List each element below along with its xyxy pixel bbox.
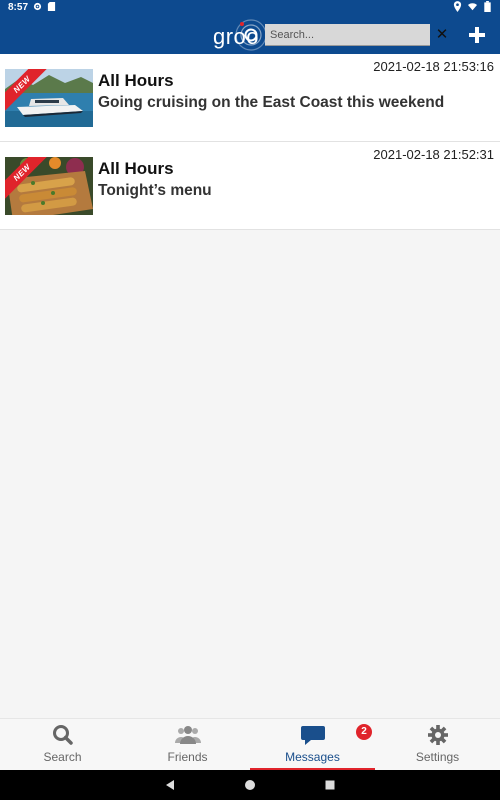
message-timestamp: 2021-02-18 21:52:31 — [373, 147, 494, 162]
message-row[interactable]: NEW All Hours Going cruising on the East… — [0, 54, 500, 142]
sd-card-icon — [47, 2, 56, 11]
nav-settings-label: Settings — [415, 750, 460, 764]
new-ribbon: NEW — [5, 69, 49, 113]
recents-icon[interactable] — [323, 778, 337, 792]
search-input[interactable] — [265, 24, 430, 45]
bottom-navigation: Search Friends 2 Messages Settings — [0, 718, 500, 771]
system-navigation-bar — [0, 770, 500, 800]
back-icon[interactable] — [163, 778, 177, 792]
status-time: 8:57 — [8, 2, 29, 13]
nav-messages[interactable]: 2 Messages — [250, 719, 375, 771]
message-timestamp: 2021-02-18 21:53:16 — [373, 59, 494, 74]
messages-icon — [300, 726, 325, 745]
friends-icon — [174, 726, 201, 744]
settings-status-icon — [33, 2, 42, 11]
home-icon[interactable] — [243, 778, 257, 792]
message-sender: All Hours — [98, 159, 174, 178]
close-icon: ✕ — [435, 26, 449, 43]
nav-friends-label: Friends — [167, 750, 208, 764]
app-logo[interactable]: groo — [213, 18, 273, 52]
message-text: Going cruising on the East Coast this we… — [98, 94, 445, 111]
message-list: NEW All Hours Going cruising on the East… — [0, 54, 500, 230]
plus-icon — [469, 27, 485, 43]
message-sender: All Hours — [98, 71, 174, 90]
nav-friends[interactable]: Friends — [125, 719, 250, 771]
app-bar: groo ✕ — [0, 16, 500, 54]
new-ribbon: NEW — [5, 157, 49, 201]
gear-icon — [427, 725, 448, 745]
nav-search[interactable]: Search — [0, 719, 125, 771]
messages-badge: 2 — [356, 724, 372, 740]
nav-settings[interactable]: Settings — [375, 719, 500, 771]
search-icon — [52, 725, 73, 745]
battery-icon — [484, 1, 491, 12]
message-thumbnail-food: NEW — [5, 157, 93, 215]
add-button[interactable] — [466, 24, 488, 46]
clear-search-button[interactable]: ✕ — [432, 25, 452, 45]
message-thumbnail-boat: NEW — [5, 69, 93, 127]
message-row[interactable]: NEW All Hours Tonight’s menu 2021-02-18 … — [0, 142, 500, 230]
status-bar: 8:57 — [0, 0, 500, 16]
nav-search-label: Search — [43, 750, 82, 764]
message-text: Tonight’s menu — [98, 182, 212, 199]
location-icon — [453, 1, 462, 12]
search-field[interactable] — [265, 24, 430, 46]
wifi-icon — [468, 3, 477, 11]
nav-messages-label: Messages — [285, 750, 340, 764]
